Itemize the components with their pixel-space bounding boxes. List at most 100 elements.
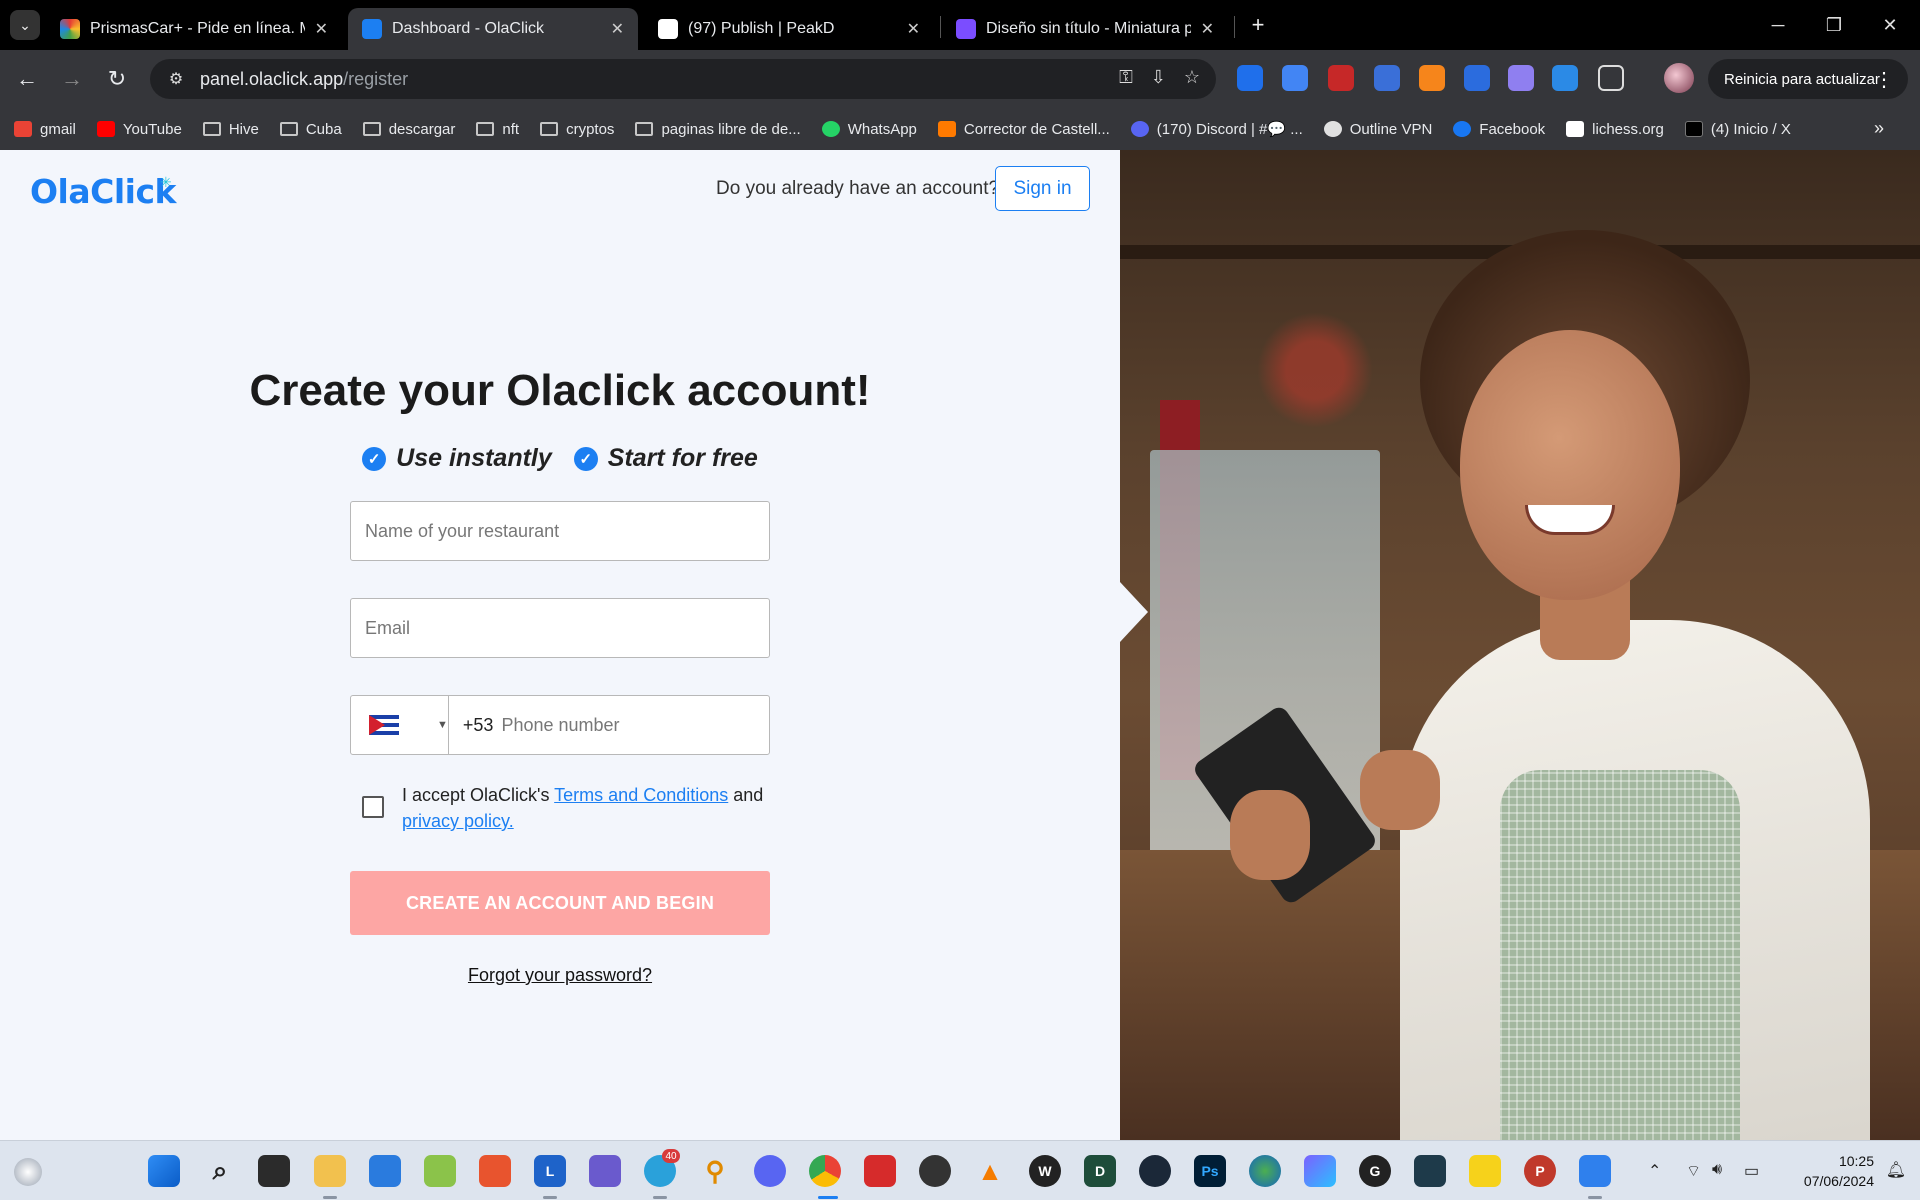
olaclick-logo[interactable]: OlaClick <box>30 172 176 211</box>
country-selector[interactable]: ▼ <box>351 696 449 754</box>
app-icon[interactable] <box>1414 1155 1446 1187</box>
metamask-fox-icon[interactable] <box>1419 65 1445 91</box>
notification-bell-icon[interactable]: 🔔︎ <box>1886 1160 1906 1180</box>
close-icon[interactable]: ✕ <box>907 19 920 39</box>
bookmark-gmail[interactable]: gmail <box>14 121 76 138</box>
bookmark-corrector[interactable]: Corrector de Castell... <box>937 121 1110 138</box>
volume-icon[interactable]: 🔊︎ <box>1712 1161 1722 1179</box>
sign-in-button[interactable]: Sign in <box>995 166 1090 211</box>
tab-canva[interactable]: Diseño sin título - Miniatura pa ✕ <box>942 8 1228 50</box>
restaurant-name-input[interactable] <box>365 520 769 542</box>
update-button[interactable]: Reinicia para actualizar ⋮ <box>1708 59 1908 99</box>
bookmark-discord[interactable]: (170) Discord | #💬 ... <box>1130 120 1303 138</box>
taskbar-clock[interactable]: 10:25 07/06/2024 <box>1804 1151 1874 1191</box>
chevron-double-right-icon[interactable]: » <box>1874 118 1884 139</box>
hand <box>1230 790 1310 880</box>
menu-dots-icon[interactable]: ⋮ <box>1874 67 1894 92</box>
discord-icon[interactable] <box>754 1155 786 1187</box>
app-icon[interactable] <box>424 1155 456 1187</box>
tab-search-button[interactable]: ⌄ <box>10 10 40 40</box>
app-icon[interactable]: P <box>1524 1155 1556 1187</box>
terms-checkbox[interactable] <box>362 796 384 818</box>
task-view-icon[interactable] <box>258 1155 290 1187</box>
create-account-button[interactable]: CREATE AN ACCOUNT AND BEGIN <box>350 871 770 935</box>
app-icon[interactable] <box>1304 1155 1336 1187</box>
magnifier-icon[interactable]: ⚲ <box>699 1155 731 1187</box>
url-text[interactable]: panel.olaclick.app/register <box>200 69 408 90</box>
microsoft-store-icon[interactable] <box>369 1155 401 1187</box>
profile-avatar[interactable] <box>1664 63 1694 93</box>
close-icon[interactable]: ✕ <box>611 19 624 39</box>
photoshop-icon[interactable]: Ps <box>1194 1155 1226 1187</box>
office-icon[interactable] <box>479 1155 511 1187</box>
app-icon[interactable] <box>1469 1155 1501 1187</box>
forward-arrow-icon[interactable]: → <box>55 62 89 96</box>
extension-icon[interactable] <box>1328 65 1354 91</box>
close-icon[interactable]: ✕ <box>1201 19 1214 39</box>
key-icon[interactable]: ⚿ <box>1119 67 1133 88</box>
app-icon[interactable]: L <box>534 1155 566 1187</box>
restaurant-name-field[interactable] <box>350 501 770 561</box>
tab-prismascar[interactable]: PrismasCar+ - Pide en línea. Me ✕ <box>46 8 342 50</box>
steam-icon[interactable] <box>1139 1155 1171 1187</box>
bookmark-whatsapp[interactable]: WhatsApp <box>821 121 917 138</box>
wifi-icon[interactable]: ⌔ <box>1686 1161 1701 1181</box>
email-input[interactable] <box>365 617 769 639</box>
file-explorer-icon[interactable] <box>314 1155 346 1187</box>
extension-icon[interactable] <box>1374 65 1400 91</box>
bookmark-folder-cryptos[interactable]: cryptos <box>540 121 614 138</box>
obs-icon[interactable] <box>919 1155 951 1187</box>
phone-field: ▼ +53 <box>350 695 770 755</box>
bookmark-folder-cuba[interactable]: Cuba <box>279 121 342 138</box>
extension-icon[interactable] <box>1464 65 1490 91</box>
back-arrow-icon[interactable]: ← <box>10 62 44 96</box>
bookmark-facebook[interactable]: Facebook <box>1453 121 1545 138</box>
vlc-icon[interactable]: ▲ <box>974 1155 1006 1187</box>
extension-icon[interactable] <box>1237 65 1263 91</box>
search-icon[interactable]: ⌕ <box>204 1155 236 1187</box>
windows-start-icon[interactable] <box>148 1155 180 1187</box>
app-icon[interactable] <box>864 1155 896 1187</box>
extension-icon[interactable] <box>1552 65 1578 91</box>
address-bar[interactable]: ⚙ panel.olaclick.app/register ⚿ ⇩ ☆ <box>150 59 1216 99</box>
globe-icon[interactable] <box>1249 1155 1281 1187</box>
bookmark-youtube[interactable]: YouTube <box>96 121 182 138</box>
install-app-icon[interactable]: ⇩ <box>1151 67 1166 88</box>
chevron-up-icon[interactable]: ⌃ <box>1648 1161 1661 1181</box>
battery-icon[interactable]: ▭ <box>1744 1161 1759 1181</box>
app-icon[interactable]: D <box>1084 1155 1116 1187</box>
bookmark-folder-hive[interactable]: Hive <box>202 121 259 138</box>
panel-notch <box>1120 582 1148 642</box>
site-settings-icon[interactable]: ⚙ <box>164 67 188 91</box>
bookmark-x[interactable]: (4) Inicio / X <box>1684 121 1791 138</box>
reload-icon[interactable]: ↻ <box>100 62 134 96</box>
restore-icon[interactable]: ❐ <box>1814 10 1854 40</box>
tab-peakd[interactable]: (97) Publish | PeakD ✕ <box>644 8 934 50</box>
minimize-icon[interactable]: ─ <box>1758 10 1798 40</box>
window-close-icon[interactable]: ✕ <box>1870 10 1910 40</box>
app-icon[interactable]: G <box>1359 1155 1391 1187</box>
translate-extension-icon[interactable] <box>1282 65 1308 91</box>
bookmark-outline-vpn[interactable]: Outline VPN <box>1323 121 1432 138</box>
bookmark-folder-descargar[interactable]: descargar <box>362 121 455 138</box>
close-icon[interactable]: ✕ <box>315 19 328 39</box>
extension-icon[interactable] <box>1508 65 1534 91</box>
chrome-icon[interactable] <box>809 1155 841 1187</box>
app-icon[interactable]: W <box>1029 1155 1061 1187</box>
tab-olaclick[interactable]: Dashboard - OlaClick ✕ <box>348 8 638 50</box>
app-icon[interactable] <box>589 1155 621 1187</box>
bookmark-star-icon[interactable]: ☆ <box>1184 67 1200 88</box>
bookmark-folder-nft[interactable]: nft <box>476 121 519 138</box>
email-field[interactable] <box>350 598 770 658</box>
terms-link[interactable]: Terms and Conditions <box>554 785 728 805</box>
bookmark-folder-paginas[interactable]: paginas libre de de... <box>635 121 801 138</box>
privacy-link[interactable]: privacy policy. <box>402 811 514 831</box>
bookmark-lichess[interactable]: lichess.org <box>1566 121 1664 138</box>
new-tab-button[interactable]: + <box>1243 10 1273 40</box>
weather-icon[interactable] <box>14 1158 42 1186</box>
telegram-badge: 40 <box>662 1149 680 1163</box>
phone-input[interactable] <box>501 714 769 736</box>
notepad-icon[interactable] <box>1579 1155 1611 1187</box>
forgot-password-link[interactable]: Forgot your password? <box>0 965 1120 986</box>
extensions-puzzle-icon[interactable] <box>1598 65 1624 91</box>
